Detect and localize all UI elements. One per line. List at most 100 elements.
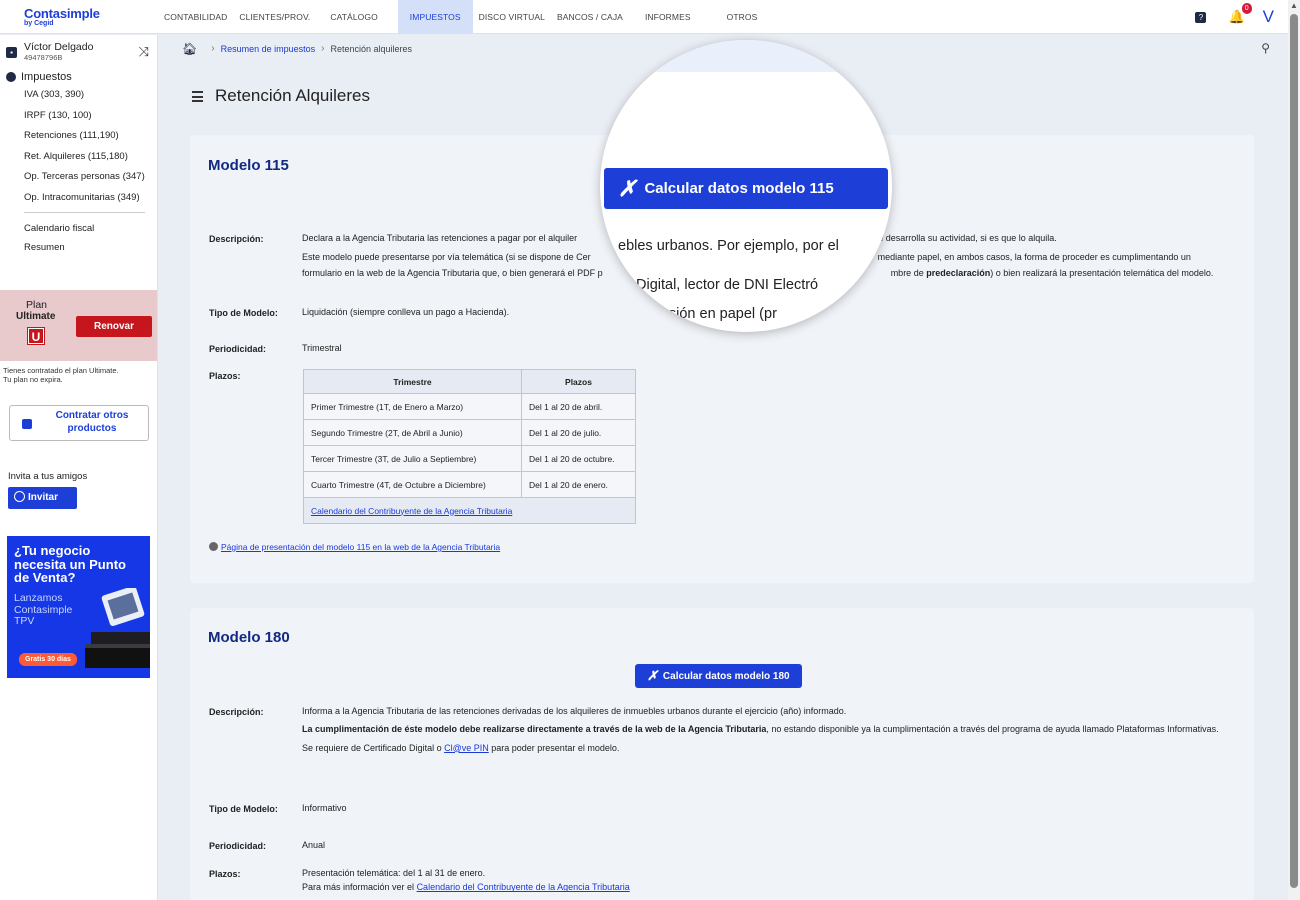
calculate-115-button[interactable]: ✗ Calcular datos modelo 115 [604,168,888,209]
breadcrumb-current: Retención alquileres [330,43,413,54]
deadline-180-line2: Para más información ver el Calendario d… [302,880,1242,894]
desc-line1-b: onde desarrolla su actividad, si es que … [863,233,1057,243]
calendar-link[interactable]: Calendario del Contribuyente de la Agenc… [311,506,512,516]
table-cell: Del 1 al 20 de octubre. [521,445,636,472]
user-card[interactable]: ▪ Víctor Delgado 49478796B ⤨ [0,35,157,63]
breadcrumb-link[interactable]: Resumen de impuestos [221,44,316,54]
magnified-text-line1: ebles urbanos. Por ejemplo, por el [618,238,839,254]
sidebar-section-title: Impuestos [21,71,72,83]
notification-badge: 0 [1241,3,1252,14]
database-icon [192,90,203,102]
magnifier-top-strip [600,40,892,72]
plan-badge-icon: U [27,327,45,345]
table-row: Tercer Trimestre (3T, de Julio a Septiem… [303,445,636,472]
page-scrollbar[interactable]: ▲ [1288,0,1300,900]
scrollbar-thumb[interactable] [1290,14,1298,888]
menu-informes[interactable]: INFORMES [639,0,721,34]
contract-products-button[interactable]: Contratar otros productos [9,405,149,441]
desc180-rest: , no estando disponible ya la cumpliment… [766,724,1219,735]
deadlines-table: Trimestre Plazos Primer Trimestre (1T, d… [303,369,636,524]
model-115-page-link[interactable]: Página de presentación del modelo 115 en… [221,542,500,552]
magnified-text-line2: Digital, lector de DNI Electró [636,277,819,293]
desc180-line3-a: Se requiere de Certificado Digital o [302,742,442,753]
globe-icon [209,542,218,551]
contract-products-label: Contratar otros productos [55,410,129,434]
calendar-180-link[interactable]: Calendario del Contribuyente de la Agenc… [417,882,630,892]
logo-text: Contasimple [24,5,100,21]
page-title-row: Retención Alquileres [192,86,370,106]
sidebar-nav: IVA (303, 390) IRPF (130, 100) Retencion… [0,85,157,208]
tpv-ad-banner[interactable]: ¿Tu negocio necesita un Punto de Venta? … [7,536,150,678]
user-badge-icon: ▪ [6,46,17,58]
sidebar-item-ret-alquileres[interactable]: Ret. Alquileres (115,180) [24,147,157,168]
desc-line3-b: mbre de [890,267,924,278]
model-180-description: Informa a la Agencia Tributaria de las r… [302,704,1242,756]
model-115-desc-label: Descripción: [209,234,264,244]
page-title: Retención Alquileres [215,86,370,105]
sidebar-item-iva[interactable]: IVA (303, 390) [24,85,157,106]
plan-note-line2: Tu plan no expira. [3,375,63,384]
home-icon[interactable]: 🏠︎ [182,42,197,56]
user-name: Víctor Delgado [24,40,94,53]
globe-icon [14,491,25,502]
menu-catalogo[interactable]: CATÁLOGO [324,0,397,34]
top-navbar: Contasimple by Cegid CONTABILIDAD CLIENT… [0,0,1288,34]
plan-label: Plan [26,299,48,311]
search-icon[interactable]: ⚲ [1261,41,1270,55]
desc180-line3-b: para poder presentar el modelo. [491,742,620,753]
tax-agency-icon: ✗ [618,175,637,201]
plan-box: Plan Ultimate U Renovar [0,290,157,361]
switch-account-icon[interactable]: ⤨ [139,44,149,60]
model-115-type-label: Tipo de Modelo: [209,308,278,318]
sidebar-item-resumen[interactable]: Resumen [24,238,157,257]
menu-otros[interactable]: OTROS [721,0,764,34]
deadline-180-line1: Presentación telemática: del 1 al 31 de … [302,868,486,878]
ad-body: Lanzamos Contasimple TPV [14,592,73,628]
pie-chart-icon [6,72,16,82]
bell-icon[interactable]: 🔔 0 [1228,3,1252,25]
sidebar-item-irpf[interactable]: IRPF (130, 100) [24,106,157,127]
sidebar-item-calendario[interactable]: Calendario fiscal [24,219,157,238]
main-menu: CONTABILIDAD CLIENTES/PROV. CATÁLOGO IMP… [158,0,763,34]
table-cell: Segundo Trimestre (2T, de Abril a Junio) [303,419,522,446]
desc-line3-c: ) o bien realizará la presentación telem… [990,267,1214,278]
menu-bancos-caja[interactable]: BANCOS / CAJA [551,0,639,34]
renew-button[interactable]: Renovar [76,316,152,337]
model-115-period: Trimestral [302,343,342,353]
question-icon[interactable]: ? [1195,11,1207,23]
model-180-title: Modelo 180 [208,629,290,646]
magnifier-overlay: ✗ Calcular datos modelo 115 ebles urbanos… [600,40,892,332]
ad-title: ¿Tu negocio necesita un Punto de Venta? [14,543,126,586]
menu-impuestos[interactable]: IMPUESTOS [397,0,473,34]
shopping-bag-icon [22,419,32,429]
table-header-plazos: Plazos [521,369,636,394]
invite-button[interactable]: Invitar [8,487,77,509]
plan-name: Ultimate [16,311,56,322]
model-180-desc-label: Descripción: [209,707,264,717]
desc180-line1: Informa a la Agencia Tributaria de las r… [302,706,847,716]
desc-line3-bold: predeclaración [926,267,991,278]
user-menu-icon[interactable]: V [1263,7,1274,27]
calculate-180-button[interactable]: ✗ Calcular datos modelo 180 [635,664,802,688]
sidebar-item-terceras-personas[interactable]: Op. Terceras personas (347) [24,167,157,188]
sidebar-item-intracomunitarias[interactable]: Op. Intracomunitarias (349) [24,188,157,209]
model-115-deadlines-label: Plazos: [209,371,241,381]
clave-pin-link[interactable]: Cl@ve PIN [444,743,489,753]
app-logo[interactable]: Contasimple by Cegid [0,7,158,27]
model-180-deadlines: Presentación telemática: del 1 al 31 de … [302,866,1242,895]
chevron-right-icon: › [211,43,215,54]
menu-contabilidad[interactable]: CONTABILIDAD [158,0,233,34]
table-footer-row: Calendario del Contribuyente de la Agenc… [303,497,636,524]
sidebar-section-impuestos: Impuestos [0,63,157,83]
calculate-115-label: Calcular datos modelo 115 [644,180,834,197]
model-180-deadlines-label: Plazos: [209,869,241,879]
menu-disco-virtual[interactable]: DISCO VIRTUAL [473,0,551,34]
user-id: 49478796B [24,53,63,62]
sidebar-item-retenciones[interactable]: Retenciones (111,190) [24,126,157,147]
desc-line2-b: mediante papel, en ambos casos, la forma… [877,252,1191,263]
invite-text: Invita a tus amigos [8,471,88,482]
menu-clientes[interactable]: CLIENTES/PROV. [233,0,324,34]
desc180-bold: La cumplimentación de éste modelo debe r… [302,724,767,735]
model-115-page-link-row: Página de presentación del modelo 115 en… [209,542,500,552]
scroll-up-icon[interactable]: ▲ [1290,1,1298,10]
